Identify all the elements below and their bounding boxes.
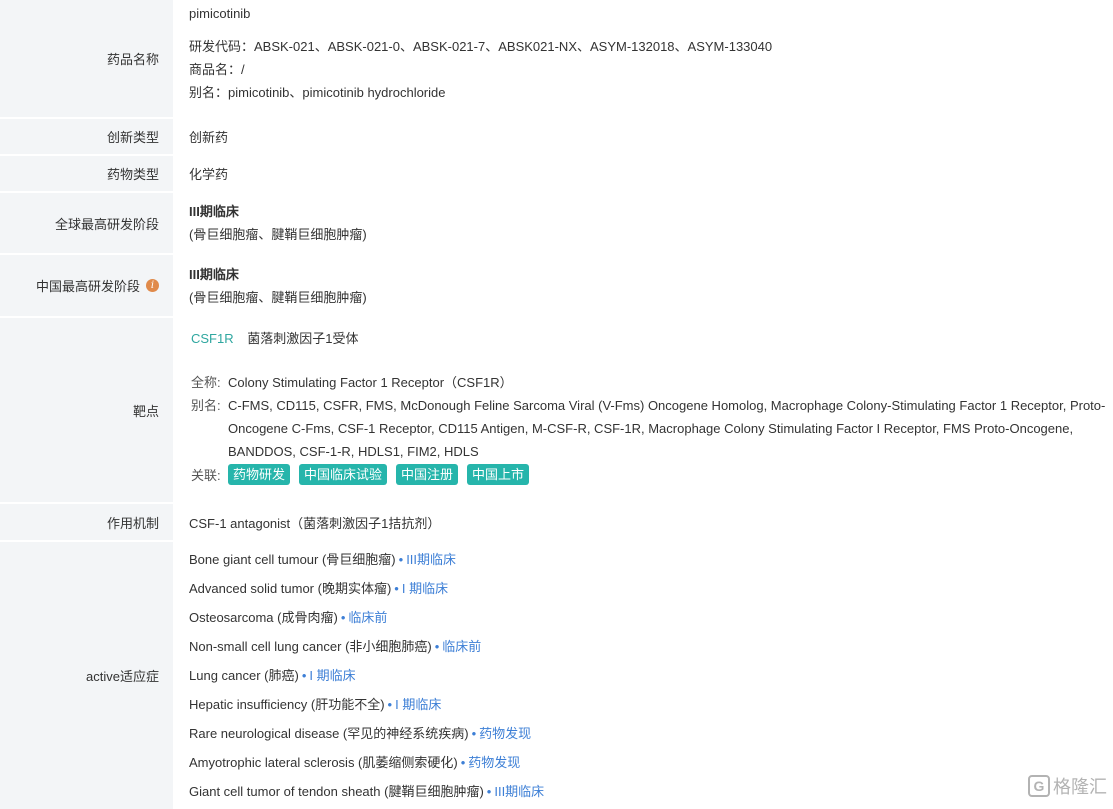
list-item: Advanced solid tumor (晚期实体瘤) • I 期临床 xyxy=(189,574,1113,603)
row-indications: active适应症 Bone giant cell tumour (骨巨细胞瘤)… xyxy=(0,542,1113,809)
label-drug-type: 药物类型 xyxy=(0,156,173,191)
label-innovation: 创新类型 xyxy=(0,119,173,154)
indication-stage-link[interactable]: 临床前 xyxy=(442,639,481,654)
drug-trade-name: 商品名：/ xyxy=(189,62,245,77)
row-target: 靶点 CSF1R 菌落刺激因子1受体 全称: Colony Stimulatin… xyxy=(0,318,1113,504)
target-name-cn: 菌落刺激因子1受体 xyxy=(247,331,359,346)
bullet-dot-icon: • xyxy=(460,755,466,770)
bullet-dot-icon: • xyxy=(486,784,492,799)
indication-stage-link[interactable]: III期临床 xyxy=(406,552,456,567)
drug-type-value: 化学药 xyxy=(189,167,229,182)
drug-codes: 研发代码：ABSK-021、ABSK-021-0、ABSK-021-7、ABSK… xyxy=(189,39,773,54)
indication-stage-link[interactable]: I 期临床 xyxy=(402,581,448,596)
row-drug-name: 药品名称 pimicotinib 研发代码：ABSK-021、ABSK-021-… xyxy=(0,0,1113,119)
bullet-dot-icon: • xyxy=(387,697,393,712)
global-stage-note: (骨巨细胞瘤、腱鞘巨细胞肿瘤) xyxy=(189,227,367,242)
row-drug-type: 药物类型 化学药 xyxy=(0,156,1113,193)
list-item: Amyotrophic lateral sclerosis (肌萎缩侧索硬化) •… xyxy=(189,748,1113,777)
label-indications: active适应症 xyxy=(0,542,173,809)
list-item: Giant cell tumor of tendon sheath (腱鞘巨细胞… xyxy=(189,777,1113,806)
watermark-logo-icon: G xyxy=(1028,775,1050,797)
row-mechanism: 作用机制 CSF-1 antagonist（菌落刺激因子1拮抗剂） xyxy=(0,504,1113,542)
bullet-dot-icon: • xyxy=(394,581,399,596)
bullet-dot-icon: • xyxy=(471,726,477,741)
indication-stage-link[interactable]: 药物发现 xyxy=(468,755,520,770)
list-item: Lung cancer (肺癌) • I 期临床 xyxy=(189,661,1113,690)
drug-alias: 别名：pimicotinib、pimicotinib hydrochloride xyxy=(189,85,446,100)
bullet-dot-icon: • xyxy=(340,610,346,625)
watermark-text: 格隆汇 xyxy=(1053,777,1107,797)
label-drug-name: 药品名称 xyxy=(0,0,173,117)
china-stage-value: III期临床 xyxy=(189,266,239,282)
indication-stage-link[interactable]: I 期临床 xyxy=(309,668,355,683)
label-mechanism: 作用机制 xyxy=(0,504,173,540)
list-item: Rare neurological disease (罕见的神经系统疾病) • 药物… xyxy=(189,719,1113,748)
tag-drug-rd[interactable]: 药物研发 xyxy=(228,464,291,485)
row-china-stage: 中国最高研发阶段 i III期临床 (骨巨细胞瘤、腱鞘巨细胞肿瘤) xyxy=(0,255,1113,318)
list-item: Bone giant cell tumour (骨巨细胞瘤) • III期临床 xyxy=(189,545,1113,574)
tag-china-clinical-trial[interactable]: 中国临床试验 xyxy=(299,464,388,485)
target-symbol-link[interactable]: CSF1R xyxy=(191,331,234,346)
indication-stage-link[interactable]: 临床前 xyxy=(348,610,387,625)
indication-name: Osteosarcoma (成骨肉瘤) xyxy=(189,610,338,625)
list-item: Non-small cell lung cancer (非小细胞肺癌) • 临床前 xyxy=(189,632,1113,661)
indication-stage-link[interactable]: 药物发现 xyxy=(479,726,531,741)
indication-name: Hepatic insufficiency (肝功能不全) xyxy=(189,697,385,712)
indication-stage-link[interactable]: I 期临床 xyxy=(395,697,441,712)
indication-name: Amyotrophic lateral sclerosis (肌萎缩侧索硬化) xyxy=(189,755,458,770)
global-stage-value: III期临床 xyxy=(189,204,239,219)
china-stage-label-text: 中国最高研发阶段 xyxy=(35,279,140,294)
target-alias-key: 别名: xyxy=(191,398,221,413)
target-fullname: Colony Stimulating Factor 1 Receptor（CSF… xyxy=(228,375,513,390)
target-related-key: 关联: xyxy=(191,468,221,483)
innovation-value: 创新药 xyxy=(189,130,229,145)
label-global-stage: 全球最高研发阶段 xyxy=(0,193,173,253)
indication-name: Giant cell tumor of tendon sheath (腱鞘巨细胞… xyxy=(189,784,484,799)
bullet-dot-icon: • xyxy=(301,668,307,683)
indication-name: Rare neurological disease (罕见的神经系统疾病) xyxy=(189,726,469,741)
indication-name: Bone giant cell tumour (骨巨细胞瘤) xyxy=(189,552,396,567)
row-global-stage: 全球最高研发阶段 III期临床 (骨巨细胞瘤、腱鞘巨细胞肿瘤) xyxy=(0,193,1113,255)
indication-name: Advanced solid tumor (晚期实体瘤) xyxy=(189,581,392,596)
label-target: 靶点 xyxy=(0,318,173,502)
mechanism-value: CSF-1 antagonist（菌落刺激因子1拮抗剂） xyxy=(189,515,441,531)
list-item: Hepatic insufficiency (肝功能不全) • I 期临床 xyxy=(189,690,1113,719)
indication-name: Lung cancer (肺癌) xyxy=(189,668,299,683)
drug-name: pimicotinib xyxy=(189,6,251,21)
bullet-dot-icon: • xyxy=(434,639,440,654)
tag-china-market[interactable]: 中国上市 xyxy=(467,464,530,485)
tag-china-registration[interactable]: 中国注册 xyxy=(396,464,459,485)
china-stage-note: (骨巨细胞瘤、腱鞘巨细胞肿瘤) xyxy=(189,289,367,305)
list-item: Osteosarcoma (成骨肉瘤) • 临床前 xyxy=(189,603,1113,632)
label-china-stage: 中国最高研发阶段 i xyxy=(0,255,173,316)
watermark: G 格隆汇 xyxy=(1028,773,1107,799)
row-innovation: 创新类型 创新药 xyxy=(0,119,1113,156)
target-aliases: C-FMS, CD115, CSFR, FMS, McDonough Felin… xyxy=(228,398,1106,459)
indication-stage-link[interactable]: III期临床 xyxy=(494,784,544,799)
info-icon[interactable]: i xyxy=(146,279,159,292)
indication-name: Non-small cell lung cancer (非小细胞肺癌) xyxy=(189,639,432,654)
target-fullname-key: 全称: xyxy=(191,375,221,390)
bullet-dot-icon: • xyxy=(398,552,404,567)
